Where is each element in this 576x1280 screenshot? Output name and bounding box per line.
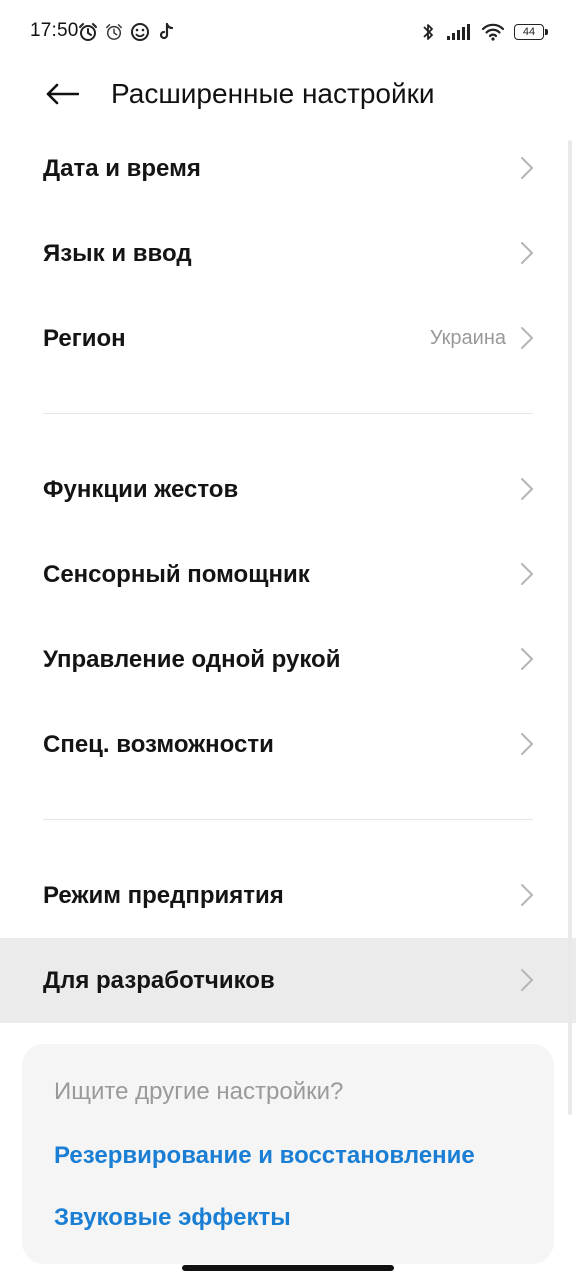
chevron-right-icon <box>521 733 533 755</box>
back-button[interactable] <box>44 76 80 112</box>
alarm-icon <box>104 21 124 43</box>
wifi-icon <box>480 21 506 43</box>
suggestion-link-sound-effects[interactable]: Звуковые эффекты <box>54 1204 291 1232</box>
settings-item-developer-options[interactable]: Для разработчиков <box>0 938 576 1023</box>
settings-item-gestures[interactable]: Функции жестов <box>0 447 576 532</box>
battery-level: 44 <box>522 26 536 38</box>
gesture-nav-bar[interactable] <box>182 1265 394 1271</box>
system-icons: 44 <box>418 20 548 44</box>
settings-item-label: Язык и ввод <box>43 239 192 267</box>
chevron-right-icon <box>521 242 533 264</box>
chevron-right-icon <box>521 563 533 585</box>
settings-item-language-input[interactable]: Язык и ввод <box>0 211 576 296</box>
scrollbar[interactable] <box>568 140 572 1115</box>
page-title: Расширенные настройки <box>111 78 435 109</box>
bluetooth-icon <box>418 21 438 43</box>
chevron-right-icon <box>521 478 533 500</box>
alarm-icon <box>78 21 98 43</box>
settings-item-enterprise[interactable]: Режим предприятия <box>0 853 576 938</box>
section-divider <box>43 819 533 820</box>
settings-item-label: Дата и время <box>43 154 201 182</box>
settings-item-accessibility[interactable]: Спец. возможности <box>0 702 576 787</box>
settings-item-label: Спец. возможности <box>43 730 274 758</box>
settings-item-label: Для разработчиков <box>43 966 275 994</box>
chevron-right-icon <box>521 969 533 991</box>
notification-icons <box>78 20 176 44</box>
status-time: 17:50 <box>30 20 79 41</box>
section-divider <box>43 413 533 414</box>
settings-item-label: Управление одной рукой <box>43 645 341 673</box>
emoji-app-icon <box>130 21 150 43</box>
settings-item-label: Регион <box>43 324 126 352</box>
chevron-right-icon <box>521 327 533 349</box>
settings-item-date-time[interactable]: Дата и время <box>0 126 576 211</box>
settings-item-label: Сенсорный помощник <box>43 560 310 588</box>
settings-item-label: Функции жестов <box>43 475 239 503</box>
settings-item-region[interactable]: Регион Украина <box>0 296 576 381</box>
chevron-right-icon <box>521 648 533 670</box>
settings-item-value: Украина <box>429 327 506 349</box>
settings-item-label: Режим предприятия <box>43 881 284 909</box>
settings-item-touch-assistant[interactable]: Сенсорный помощник <box>0 532 576 617</box>
chevron-right-icon <box>521 884 533 906</box>
signal-icon <box>446 21 472 43</box>
battery-icon: 44 <box>514 24 548 40</box>
tiktok-icon <box>156 21 176 43</box>
app-header: Расширенные настройки <box>0 64 576 124</box>
suggestions-title: Ищите другие настройки? <box>54 1078 344 1105</box>
suggestion-link-backup[interactable]: Резервирование и восстановление <box>54 1142 475 1170</box>
settings-item-one-hand[interactable]: Управление одной рукой <box>0 617 576 702</box>
arrow-left-icon <box>46 83 79 105</box>
suggestions-card: Ищите другие настройки? Резервирование и… <box>22 1044 554 1264</box>
status-bar: 17:50 44 <box>0 0 576 64</box>
chevron-right-icon <box>521 157 533 179</box>
